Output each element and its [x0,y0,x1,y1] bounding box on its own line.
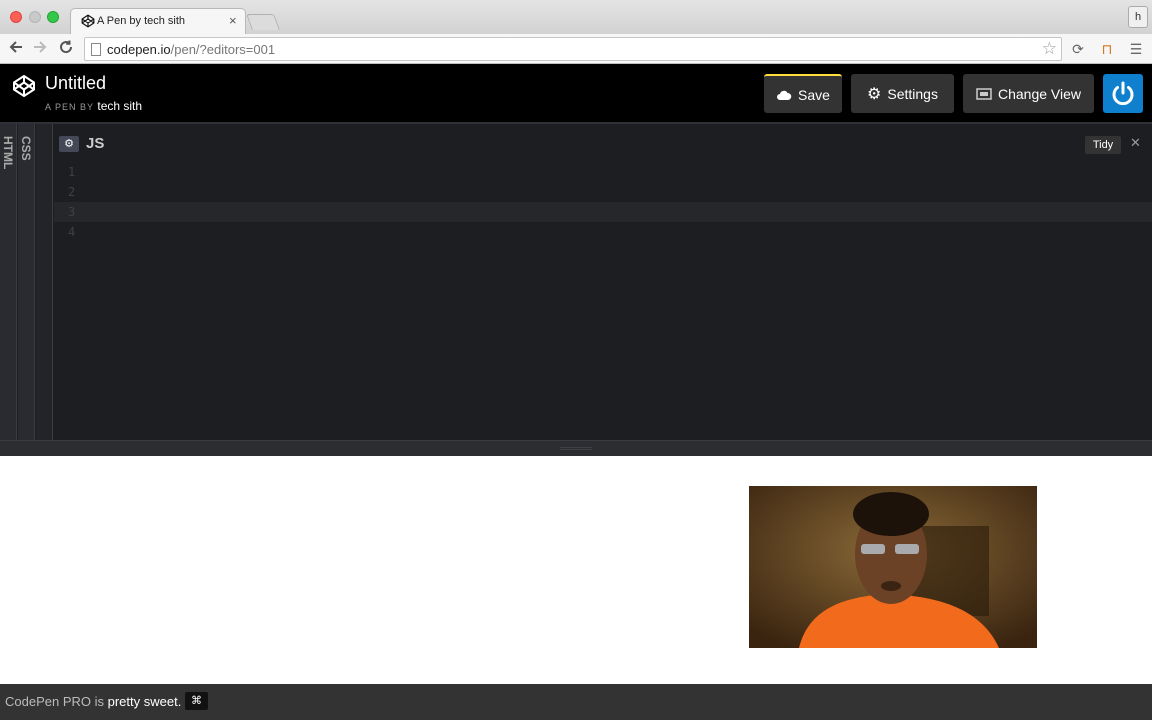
code-line[interactable]: 2 [54,182,1152,202]
js-editor-header: ⚙ JS Tidy ✕ [54,124,1152,160]
browser-tab-bar: A Pen by tech sith × h [0,0,1152,34]
pen-author[interactable]: tech sith [97,99,142,113]
code-line-active[interactable]: 3 [54,202,1152,222]
line-number: 3 [68,205,76,219]
extension-refresh-icon[interactable]: ⟳ [1069,40,1087,58]
browser-menu-icon[interactable]: ☰ [1127,40,1145,58]
css-editor-collapsed[interactable]: CSS [18,124,35,442]
change-view-button[interactable]: Change View [963,74,1094,113]
code-line[interactable]: 4 [54,222,1152,242]
gear-icon: ⚙ [867,85,882,103]
js-editor[interactable]: ⚙ JS Tidy ✕ 1 2 3 4 [54,124,1152,442]
tidy-button[interactable]: Tidy [1085,136,1121,154]
reload-icon[interactable] [57,39,75,59]
by-label: A PEN BY [45,102,94,112]
js-settings-gear-icon[interactable]: ⚙ [59,136,79,152]
close-window-button[interactable] [10,11,22,23]
close-editor-icon[interactable]: ✕ [1130,135,1141,151]
bookmark-star-icon[interactable]: ☆ [1042,39,1057,59]
keyboard-shortcut-icon[interactable]: ⌘ [185,692,208,710]
zoom-window-button[interactable] [47,11,59,23]
address-bar[interactable]: codepen.io/pen/?editors=001 ☆ [84,37,1062,61]
resize-grip [560,447,592,450]
save-button[interactable]: Save [764,74,842,113]
code-line[interactable]: 1 [54,162,1152,182]
editor-gutter [36,124,53,442]
browser-tab[interactable]: A Pen by tech sith × [70,8,246,34]
back-arrow-icon[interactable] [7,39,25,59]
codepen-header: Untitled A PEN BY tech sith Save ⚙ Setti… [0,64,1152,122]
codepen-favicon-icon [81,14,95,28]
tab-close-icon[interactable]: × [229,13,237,28]
settings-button[interactable]: ⚙ Settings [851,74,954,113]
js-editor-title: JS [86,135,105,152]
code-area[interactable]: 1 2 3 4 [54,162,1152,242]
line-number: 1 [68,165,76,179]
line-number: 4 [68,225,76,239]
extension-toolbox-icon[interactable]: ⊓ [1098,40,1116,58]
footer-bar: CodePen PRO is pretty sweet. ⌘ [0,684,1152,720]
pen-byline: A PEN BY tech sith [45,99,142,113]
new-tab-button[interactable] [246,14,280,30]
user-menu-button[interactable] [1103,74,1143,113]
page-icon [91,43,101,56]
minimize-window-button[interactable] [29,11,41,23]
forward-arrow-icon[interactable] [31,39,49,59]
profile-button[interactable]: h [1128,6,1148,28]
editor-resize-handle[interactable] [0,440,1152,456]
browser-toolbar: codepen.io/pen/?editors=001 ☆ ⟳ ⊓ ☰ [0,34,1152,64]
footer-promo[interactable]: CodePen PRO is pretty sweet. [5,694,181,709]
cloud-icon [777,90,792,100]
url-text: codepen.io/pen/?editors=001 [107,42,276,57]
css-editor-label: CSS [19,136,33,161]
settings-label: Settings [887,85,938,102]
save-label: Save [798,86,830,103]
webcam-overlay-image [749,486,1037,648]
power-icon [1112,81,1134,105]
html-editor-label: HTML [1,136,15,170]
pen-title[interactable]: Untitled [45,73,106,94]
html-editor-collapsed[interactable]: HTML [0,124,17,442]
layout-icon [976,87,992,100]
editor-area: HTML CSS ⚙ JS Tidy ✕ 1 2 3 4 [0,122,1152,442]
codepen-logo-icon[interactable] [12,74,36,98]
tab-title: A Pen by tech sith [97,15,186,27]
line-number: 2 [68,185,76,199]
change-view-label: Change View [997,85,1082,102]
result-preview[interactable] [0,456,1152,684]
